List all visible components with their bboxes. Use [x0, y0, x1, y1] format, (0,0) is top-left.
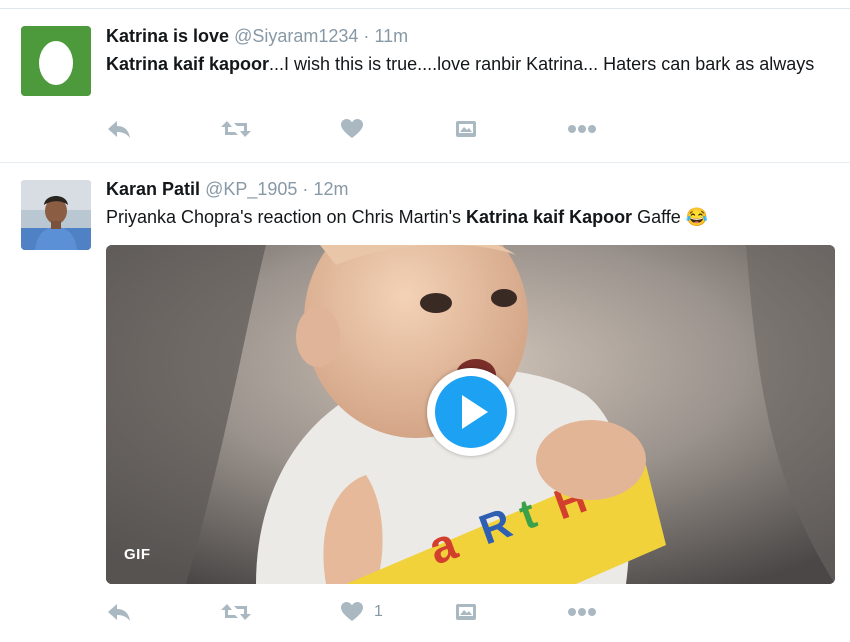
profile-photo-icon: [21, 180, 91, 250]
more-dots-icon: [568, 125, 596, 133]
like-count: 1: [374, 603, 383, 620]
author-name[interactable]: Karan Patil: [106, 179, 200, 199]
tweet-actions: [106, 117, 626, 141]
play-icon: [462, 395, 488, 429]
moment-icon: [456, 604, 476, 620]
tweet-text-body: Priyanka Chopra's reaction on Chris Mart…: [106, 207, 467, 227]
like-button[interactable]: 1: [340, 600, 383, 624]
tweet-text: Priyanka Chopra's reaction on Chris Mart…: [106, 204, 836, 230]
timeline-top-border: [0, 0, 850, 9]
separator: ·: [363, 26, 370, 46]
tweet-header: Katrina is love @Siyaram1234 · 11m: [106, 25, 408, 47]
timestamp[interactable]: 12m: [313, 179, 348, 199]
more-button[interactable]: [567, 117, 597, 141]
moment-icon: [456, 121, 476, 137]
tweet-text-body: ...I wish this is true....love ranbir Ka…: [269, 54, 815, 74]
timestamp[interactable]: 11m: [374, 26, 408, 46]
laughing-emoji-icon: 😂: [685, 207, 709, 227]
more-button[interactable]: [567, 600, 597, 624]
tweet-actions: 1: [106, 600, 626, 624]
tweet[interactable]: Katrina is love @Siyaram1234 · 11m Katri…: [0, 10, 850, 163]
hashtag-highlight: Katrina kaif Kapoor: [466, 207, 633, 227]
retweet-button[interactable]: [220, 600, 252, 624]
retweet-button[interactable]: [220, 117, 252, 141]
more-dots-icon: [568, 608, 596, 616]
gif-media[interactable]: a R t H GIF: [106, 245, 835, 584]
moment-button[interactable]: [455, 117, 477, 141]
moment-button[interactable]: [455, 600, 477, 624]
reply-button[interactable]: [106, 600, 132, 624]
author-name[interactable]: Katrina is love: [106, 26, 229, 46]
egg-avatar-icon: [21, 26, 91, 96]
avatar[interactable]: [21, 180, 91, 250]
tweet-text: Katrina kaif kapoor...I wish this is tru…: [106, 51, 836, 77]
tweet-header: Karan Patil @KP_1905 · 12m: [106, 178, 348, 200]
retweet-icon: [221, 121, 251, 137]
heart-icon: [341, 602, 363, 621]
play-button[interactable]: [427, 368, 515, 456]
reply-icon: [108, 121, 130, 138]
avatar[interactable]: [21, 26, 91, 96]
heart-icon: [341, 119, 363, 138]
retweet-icon: [221, 604, 251, 620]
gif-badge: GIF: [124, 546, 151, 563]
reply-icon: [108, 604, 130, 621]
tweet-text-tail: Gaffe: [632, 207, 686, 227]
separator: ·: [302, 179, 309, 199]
tweet[interactable]: Karan Patil @KP_1905 · 12m Priyanka Chop…: [0, 163, 850, 642]
author-handle[interactable]: @KP_1905: [205, 179, 297, 199]
author-handle[interactable]: @Siyaram1234: [234, 26, 358, 46]
hashtag-highlight: Katrina kaif kapoor: [106, 54, 270, 74]
like-button[interactable]: [340, 117, 364, 141]
play-button-fill: [435, 376, 507, 448]
reply-button[interactable]: [106, 117, 132, 141]
